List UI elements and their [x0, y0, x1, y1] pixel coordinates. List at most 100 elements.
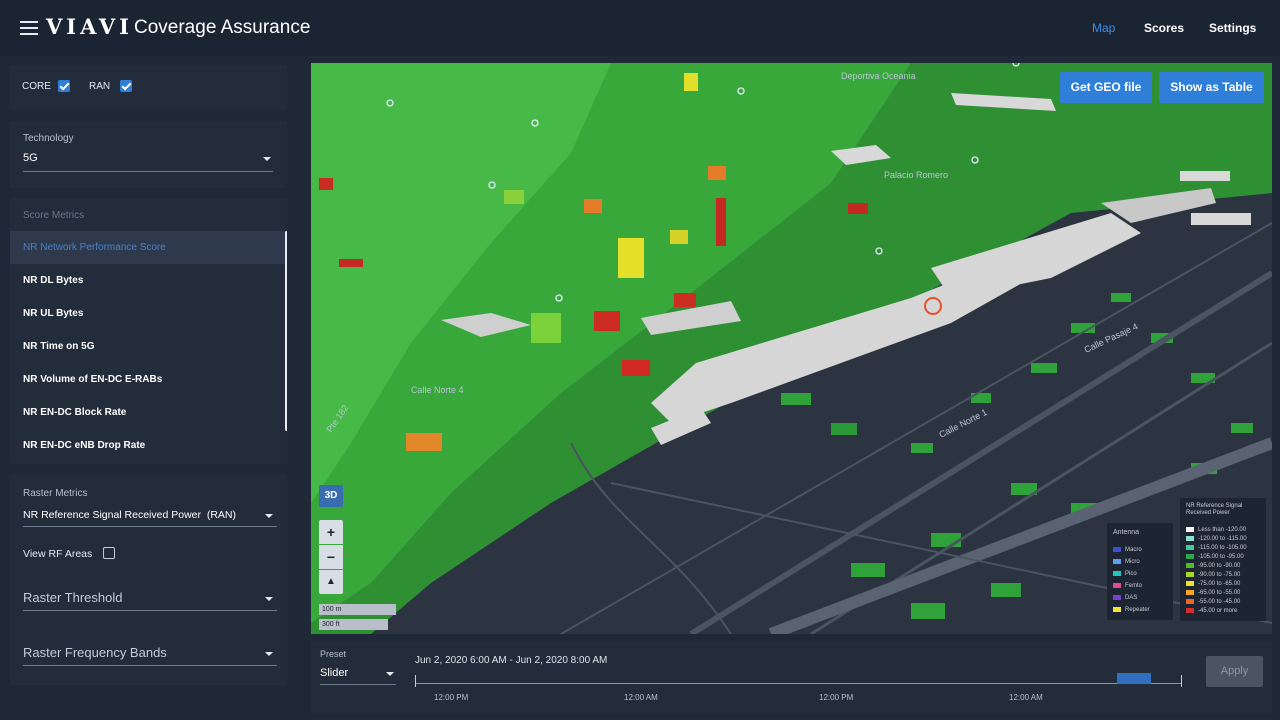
- raster-metrics-label: Raster Metrics: [23, 488, 88, 499]
- nav-map[interactable]: Map: [1092, 21, 1115, 35]
- time-slider-handle[interactable]: [1117, 673, 1151, 684]
- legend-item: DAS: [1113, 595, 1137, 602]
- chevron-down-icon: [265, 597, 273, 601]
- preset-label: Preset: [320, 649, 347, 659]
- legend-item: Less than -120.00: [1186, 527, 1246, 534]
- legend-item: -95.00 to -90.00: [1186, 563, 1240, 570]
- legend-swatch: [1186, 554, 1194, 559]
- bands-underline: [23, 665, 277, 666]
- raster-threshold-placeholder: Raster Threshold: [23, 590, 123, 605]
- technology-value: 5G: [23, 152, 38, 164]
- scale-imperial: 300 ft: [319, 619, 388, 630]
- preset-underline: [320, 684, 396, 685]
- legend-swatch: [1113, 559, 1121, 564]
- network-filter-panel: CORE RAN: [10, 65, 287, 110]
- raster-threshold-select[interactable]: Raster Threshold: [23, 588, 277, 610]
- legend-swatch: [1186, 572, 1194, 577]
- time-tick-label: 12:00 AM: [624, 693, 658, 702]
- legend-swatch: [1113, 595, 1121, 600]
- legend-item: -55.00 to -45.00: [1186, 599, 1240, 606]
- legend-item: Pico: [1113, 571, 1137, 578]
- scale-metric: 100 m: [319, 604, 396, 615]
- rsrp-legend-title: NR Reference Signal Received Power: [1186, 503, 1243, 516]
- time-range-text: Jun 2, 2020 6:00 AM - Jun 2, 2020 8:00 A…: [415, 655, 608, 666]
- technology-panel: Technology 5G: [10, 121, 287, 188]
- legend-swatch: [1113, 583, 1121, 588]
- legend-item: -115.00 to -105.00: [1186, 545, 1247, 552]
- antenna-legend-title: Antenna: [1113, 529, 1140, 536]
- preset-select[interactable]: Slider: [320, 665, 396, 683]
- viavi-logo: VIAVI: [46, 14, 133, 39]
- top-bar: VIAVI Coverage Assurance Map Scores Sett…: [0, 0, 1280, 56]
- metrics-scrollbar[interactable]: [285, 231, 287, 431]
- raster-bands-placeholder: Raster Frequency Bands: [23, 645, 167, 660]
- show-as-table-button[interactable]: Show as Table: [1159, 72, 1264, 103]
- time-tick-label: 12:00 PM: [434, 693, 469, 702]
- time-slider[interactable]: [415, 673, 1182, 687]
- antenna-legend: Antenna Macro Micro Pico Femto DAS Repea…: [1107, 523, 1173, 620]
- chevron-down-icon: [386, 672, 394, 676]
- metric-item[interactable]: NR DL Bytes: [10, 264, 286, 297]
- metric-item[interactable]: NR EN-DC Block Rate: [10, 396, 286, 429]
- legend-swatch: [1186, 581, 1194, 586]
- technology-select[interactable]: 5G: [23, 151, 273, 171]
- street-label: Deportiva Oceania: [841, 71, 916, 81]
- raster-metric-value: NR Reference Signal Received Power (RAN): [23, 509, 236, 521]
- raster-underline: [23, 526, 277, 527]
- legend-item: Repeater: [1113, 607, 1150, 614]
- metric-item[interactable]: NR Time on 5G: [10, 330, 286, 363]
- metric-item-selected[interactable]: NR Network Performance Score: [10, 231, 286, 264]
- score-metrics-panel: Score Metrics NR Network Performance Sco…: [10, 198, 287, 464]
- legend-item: Macro: [1113, 547, 1142, 554]
- ran-checkbox[interactable]: [120, 80, 132, 92]
- timeline-panel: Preset Slider Jun 2, 2020 6:00 AM - Jun …: [311, 641, 1272, 713]
- legend-swatch: [1186, 608, 1194, 613]
- coverage-map[interactable]: Deportiva Oceania Palacio Romero Calle P…: [311, 63, 1272, 634]
- app-title: Coverage Assurance: [134, 17, 311, 38]
- nav-scores[interactable]: Scores: [1144, 21, 1184, 35]
- legend-item: -75.00 to -65.00: [1186, 581, 1240, 588]
- legend-item: -45.00 or more: [1186, 608, 1237, 615]
- zoom-out-button[interactable]: −: [319, 545, 343, 569]
- street-label: Calle Norte 4: [411, 385, 464, 395]
- rsrp-legend: NR Reference Signal Received Power Less …: [1180, 498, 1266, 621]
- legend-item: -65.00 to -55.00: [1186, 590, 1240, 597]
- score-metrics-label: Score Metrics: [23, 210, 85, 221]
- metric-item[interactable]: NR Volume of EN-DC E-RABs: [10, 363, 286, 396]
- view-rf-label: View RF Areas: [23, 548, 93, 560]
- zoom-in-button[interactable]: +: [319, 520, 343, 544]
- 3d-toggle-button[interactable]: 3D: [319, 485, 343, 507]
- raster-panel: Raster Metrics NR Reference Signal Recei…: [10, 474, 287, 685]
- legend-item: Micro: [1113, 559, 1140, 566]
- view-rf-checkbox[interactable]: [103, 547, 115, 559]
- legend-item: Femto: [1113, 583, 1142, 590]
- core-checkbox[interactable]: [58, 80, 70, 92]
- get-geo-file-button[interactable]: Get GEO file: [1060, 72, 1152, 103]
- legend-swatch: [1186, 527, 1194, 532]
- legend-swatch: [1186, 545, 1194, 550]
- ran-label: RAN: [89, 81, 111, 92]
- time-tick-label: 12:00 AM: [1009, 693, 1043, 702]
- raster-metric-select[interactable]: NR Reference Signal Received Power (RAN): [23, 506, 277, 526]
- apply-button[interactable]: Apply: [1206, 656, 1263, 687]
- legend-item: -120.00 to -115.00: [1186, 536, 1247, 543]
- street-label: Palacio Romero: [884, 170, 948, 180]
- preset-value: Slider: [320, 667, 349, 679]
- core-label: CORE: [22, 81, 51, 92]
- legend-swatch: [1186, 536, 1194, 541]
- metric-item[interactable]: NR EN-DC eNB Drop Rate: [10, 429, 286, 462]
- technology-label: Technology: [23, 133, 74, 144]
- legend-item: -105.00 to -95.00: [1186, 554, 1244, 561]
- legend-swatch: [1186, 590, 1194, 595]
- time-tick-label: 12:00 PM: [819, 693, 854, 702]
- chevron-down-icon: [263, 157, 271, 161]
- nav-settings[interactable]: Settings: [1209, 21, 1256, 35]
- threshold-underline: [23, 610, 277, 611]
- legend-swatch: [1186, 599, 1194, 604]
- menu-icon[interactable]: [20, 21, 38, 35]
- chevron-down-icon: [265, 514, 273, 518]
- raster-bands-select[interactable]: Raster Frequency Bands: [23, 643, 277, 665]
- compass-button[interactable]: ▲: [319, 570, 343, 594]
- metric-item[interactable]: NR UL Bytes: [10, 297, 286, 330]
- legend-swatch: [1113, 571, 1121, 576]
